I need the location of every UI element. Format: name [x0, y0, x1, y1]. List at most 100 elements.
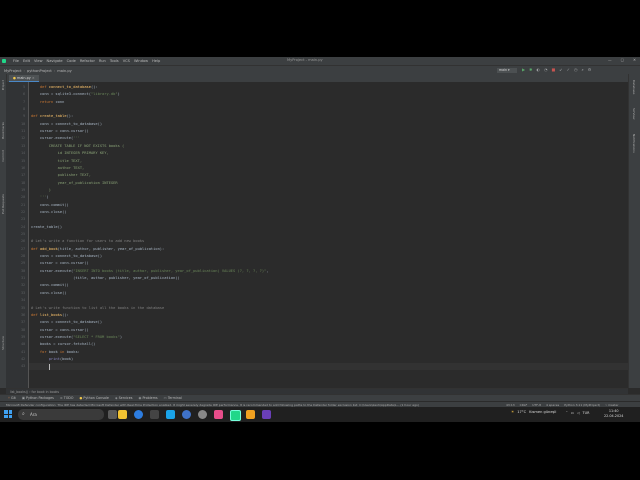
code-line[interactable]: conn.close()	[31, 290, 67, 297]
code-line[interactable]: )	[31, 187, 51, 194]
menu-run[interactable]: Run	[99, 59, 106, 63]
code-line[interactable]: CREATE TABLE IF NOT EXISTS books (	[31, 143, 125, 150]
app-icon-2[interactable]	[214, 410, 223, 419]
menu-tools[interactable]: Tools	[110, 59, 119, 63]
tool-git[interactable]: ⑂ Git	[8, 396, 16, 400]
menu-refactor[interactable]: Refactor	[80, 59, 95, 63]
menu-navigate[interactable]: Navigate	[47, 59, 63, 63]
code-line[interactable]: def list_books():	[31, 312, 69, 319]
settings-icon[interactable]: ⚙	[588, 67, 592, 72]
menu-code[interactable]: Code	[67, 59, 76, 63]
menu-view[interactable]: View	[34, 59, 43, 63]
code-line[interactable]	[31, 363, 49, 370]
side-tab-project[interactable]: Project	[1, 80, 5, 90]
menu-help[interactable]: Help	[152, 59, 160, 63]
volume-icon[interactable]: ◁	[577, 411, 580, 415]
nav-project[interactable]: MyProject	[4, 69, 22, 73]
tool-terminal[interactable]: ▭ Terminal	[164, 396, 182, 400]
code-line[interactable]: for book in books:	[31, 349, 80, 356]
code-line[interactable]: conn.commit()	[31, 202, 69, 209]
app-icon-3[interactable]	[246, 410, 255, 419]
code-line[interactable]: cursor.execute("INSERT INTO books (title…	[31, 268, 269, 275]
run-config-select[interactable]: main ▾	[497, 68, 517, 73]
code-line[interactable]: cursor.execute("SELECT * FROM books")	[31, 334, 122, 341]
code-line[interactable]: author TEXT,	[31, 165, 85, 172]
debug-icon[interactable]: ✱	[529, 67, 532, 72]
menu-vcs[interactable]: VCS	[123, 59, 130, 63]
maximize-button[interactable]: ▢	[621, 58, 624, 62]
side-tab-structure[interactable]: Structure	[1, 336, 5, 350]
tool-problems[interactable]: ◉ Problems	[138, 396, 157, 400]
nav-file[interactable]: main.py	[57, 69, 72, 73]
code-line[interactable]: print(book)	[31, 356, 73, 363]
code-line[interactable]: conn = sqlite3.connect("library.db")	[31, 91, 120, 98]
tool-python-packages[interactable]: ▣ Python Packages	[22, 396, 54, 400]
code-line[interactable]: create_table()	[31, 224, 62, 231]
side-tab-bookmarks[interactable]: Bookmarks	[1, 122, 5, 139]
profile-icon[interactable]: ◔	[544, 67, 548, 72]
pycharm-taskbar-icon[interactable]	[230, 410, 241, 421]
tab-main-py[interactable]: ● main.py ×	[9, 75, 39, 82]
close-button[interactable]: ✕	[633, 58, 636, 62]
code-line[interactable]: # Let's write a function for users to ad…	[31, 238, 144, 245]
history-icon[interactable]: ◷	[574, 67, 578, 72]
code-line[interactable]: def create_table():	[31, 113, 73, 120]
side-tab-sciview[interactable]: SciView	[632, 108, 636, 120]
run-icon[interactable]: ▶	[522, 67, 525, 72]
side-tab-pull-requests[interactable]: Pull Requests	[1, 194, 5, 214]
tray-chevron-icon[interactable]: ˄	[566, 411, 568, 415]
windows-start-icon[interactable]	[4, 410, 12, 418]
task-view-icon[interactable]	[108, 410, 117, 419]
vcs-commit-icon[interactable]: ✓	[567, 67, 570, 72]
side-tab-notifications[interactable]: Notifications	[632, 134, 636, 153]
code-line[interactable]: # Let's write function to list all the b…	[31, 305, 164, 312]
taskbar-search[interactable]: ⌕ Ara	[18, 409, 104, 420]
input-language[interactable]: TUR	[583, 411, 590, 415]
code-line[interactable]: publisher TEXT,	[31, 172, 91, 179]
weather-widget[interactable]: ☀ 17°C Kısmen güneşli	[511, 410, 556, 414]
code-line[interactable]: conn = connect_to_database()	[31, 253, 102, 260]
code-line[interactable]: conn = connect_to_database()	[31, 121, 102, 128]
code-editor[interactable]: def connect_to_database(): conn = sqlite…	[29, 82, 628, 388]
nav-folder[interactable]: pythonProject	[27, 69, 52, 73]
stop-icon[interactable]: ■	[551, 67, 555, 72]
code-line[interactable]: def add_book(title, author, publisher, y…	[31, 246, 164, 253]
code-line[interactable]: def connect_to_database():	[31, 84, 98, 91]
store-icon[interactable]	[150, 410, 159, 419]
code-line[interactable]: cursor = conn.cursor()	[31, 327, 89, 334]
menu-file[interactable]: File	[13, 59, 19, 63]
code-line[interactable]: cursor = conn.cursor()	[31, 128, 89, 135]
side-tab-commit[interactable]: Commit	[1, 150, 5, 162]
minimize-button[interactable]: —	[608, 58, 612, 62]
code-line[interactable]: id INTEGER PRIMARY KEY,	[31, 150, 109, 157]
app-icon-1[interactable]	[198, 410, 207, 419]
code-line[interactable]: cursor = conn.cursor()	[31, 260, 89, 267]
app-icon-4[interactable]	[262, 410, 271, 419]
tab-close-icon[interactable]: ×	[32, 76, 35, 80]
search-icon[interactable]: ⌕	[581, 67, 583, 72]
code-line[interactable]: cursor.execute('''	[31, 135, 80, 142]
tool-services[interactable]: ◈ Services	[115, 396, 133, 400]
code-line[interactable]: conn.commit()	[31, 282, 69, 289]
vcs-update-icon[interactable]: ↙	[559, 67, 562, 72]
code-line[interactable]: conn.close()	[31, 209, 67, 216]
tool-python-console[interactable]: ● Python Console	[79, 396, 109, 400]
code-line[interactable]: title TEXT,	[31, 158, 82, 165]
tool-todo[interactable]: ≡ TODO	[60, 396, 74, 400]
system-clock[interactable]: 11:40 22.04.2024	[604, 409, 623, 419]
side-tab-database[interactable]: Database	[632, 80, 636, 94]
network-icon[interactable]: ▭	[571, 411, 574, 415]
code-line[interactable]: books = cursor.fetchall()	[31, 341, 96, 348]
menu-edit[interactable]: Edit	[23, 59, 30, 63]
edge-icon[interactable]	[134, 410, 143, 419]
code-line[interactable]: conn = connect_to_database()	[31, 319, 102, 326]
browser-icon[interactable]	[182, 410, 191, 419]
menu-window[interactable]: Window	[134, 59, 148, 63]
mail-icon[interactable]	[166, 410, 175, 419]
code-line[interactable]: (title, author, publisher, year_of_publi…	[31, 275, 180, 282]
coverage-icon[interactable]: ◐	[536, 67, 540, 72]
file-explorer-icon[interactable]	[118, 410, 127, 419]
code-line[interactable]: year_of_publication INTEGER	[31, 180, 118, 187]
code-line[interactable]: ''')	[31, 194, 49, 201]
code-line[interactable]: return conn	[31, 99, 64, 106]
